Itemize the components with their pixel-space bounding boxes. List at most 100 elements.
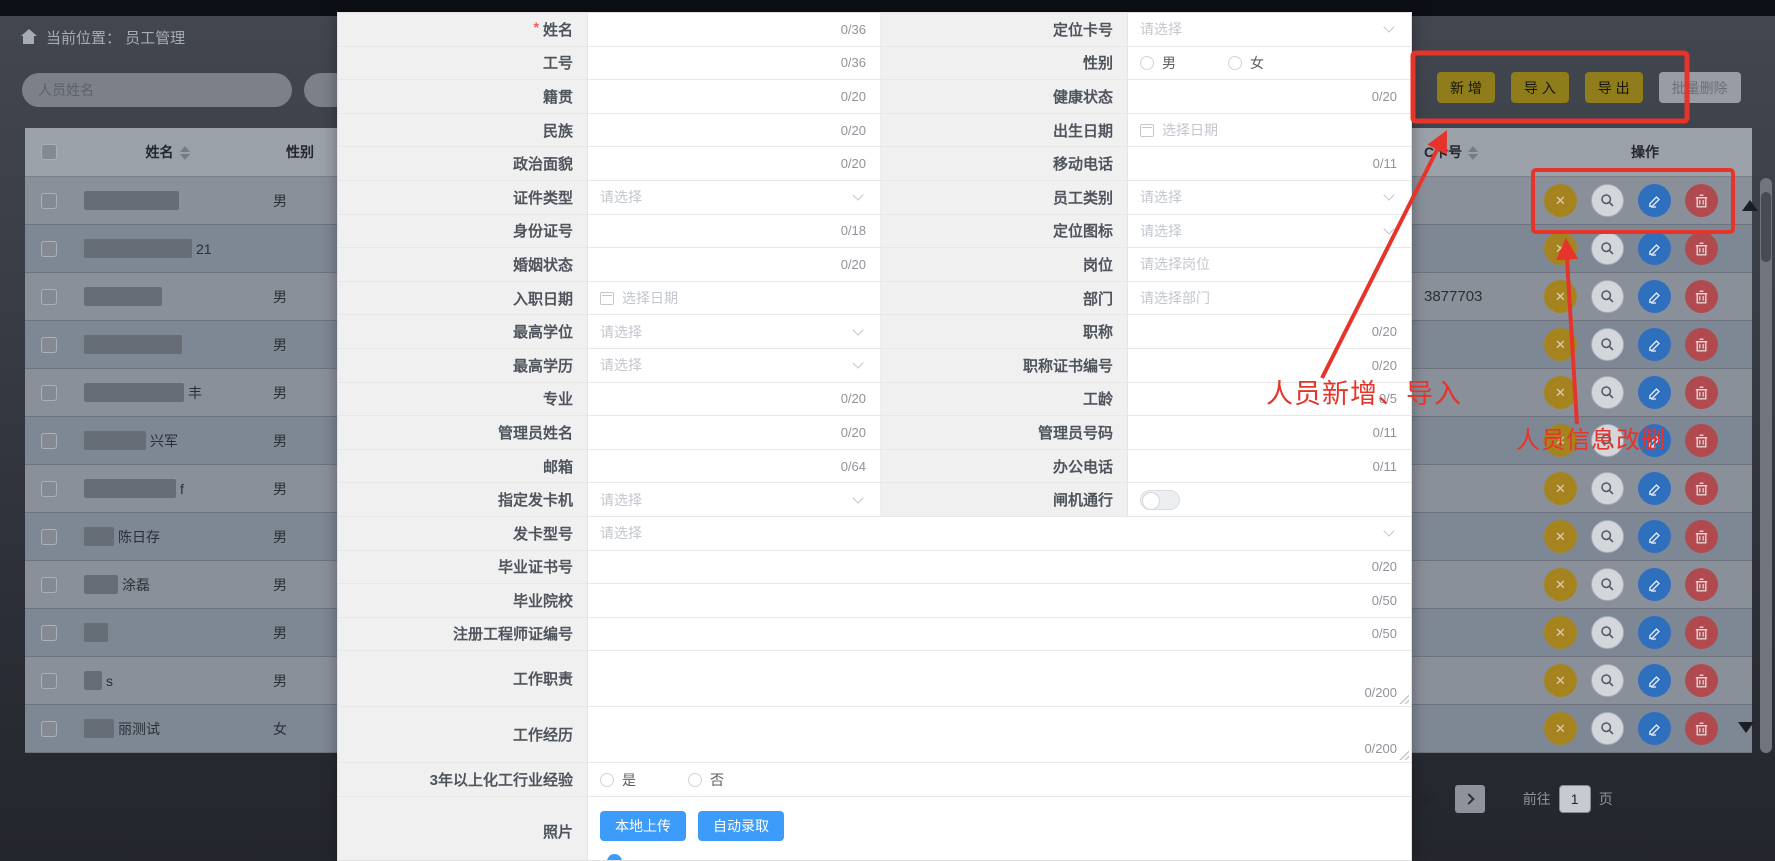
table-row-actions[interactable]: ✕ xyxy=(1410,177,1752,225)
batch-delete-button[interactable]: 批量删除 xyxy=(1659,72,1741,103)
scrollbar[interactable] xyxy=(1760,178,1772,753)
edit-icon[interactable] xyxy=(1638,328,1671,361)
edit-icon[interactable] xyxy=(1638,520,1671,553)
auto-capture-button[interactable]: 自动录取 xyxy=(698,811,784,841)
close-circle-icon[interactable]: ✕ xyxy=(1544,520,1577,553)
table-row[interactable]: 兴军男 xyxy=(25,417,337,465)
delete-icon[interactable] xyxy=(1685,232,1718,265)
scroll-down-icon[interactable] xyxy=(1738,722,1754,733)
import-button[interactable]: 导 入 xyxy=(1511,72,1569,103)
column-header-gender[interactable]: 性别 xyxy=(286,144,314,160)
search-input[interactable] xyxy=(22,73,292,107)
sort-icon[interactable] xyxy=(180,146,190,160)
edit-icon[interactable] xyxy=(1638,712,1671,745)
close-circle-icon[interactable]: ✕ xyxy=(1544,712,1577,745)
resize-handle-icon[interactable] xyxy=(1399,694,1409,704)
delete-icon[interactable] xyxy=(1685,664,1718,697)
search-icon[interactable] xyxy=(1591,376,1624,409)
row-checkbox[interactable] xyxy=(41,289,57,305)
field-input[interactable]: 0/20 xyxy=(1128,80,1411,113)
field-input[interactable]: 选择日期 xyxy=(588,282,881,315)
table-row-actions[interactable]: ✕ xyxy=(1410,465,1752,513)
field-input[interactable]: 0/50 xyxy=(588,584,1411,617)
column-header-card[interactable]: C卡号 xyxy=(1424,144,1462,160)
edit-icon[interactable] xyxy=(1638,280,1671,313)
table-row[interactable]: 男 xyxy=(25,321,337,369)
field-input[interactable]: 0/20 xyxy=(588,416,881,449)
edit-icon[interactable] xyxy=(1638,664,1671,697)
field-input[interactable]: 请选择 xyxy=(588,349,881,382)
field-input[interactable]: 0/36 xyxy=(588,13,881,46)
field-input[interactable]: 0/200 xyxy=(588,707,1411,762)
field-input[interactable]: 请选择 xyxy=(588,483,881,516)
edit-icon[interactable] xyxy=(1638,184,1671,217)
row-checkbox[interactable] xyxy=(41,577,57,593)
close-circle-icon[interactable]: ✕ xyxy=(1544,616,1577,649)
delete-icon[interactable] xyxy=(1685,424,1718,457)
field-input[interactable]: 0/20 xyxy=(588,80,881,113)
table-row[interactable]: 男 xyxy=(25,177,337,225)
search-icon[interactable] xyxy=(1591,616,1624,649)
resize-handle-icon[interactable] xyxy=(1399,750,1409,760)
field-input[interactable]: 请选择 xyxy=(1128,181,1411,214)
row-checkbox[interactable] xyxy=(41,625,57,641)
search-icon[interactable] xyxy=(1591,184,1624,217)
search-icon[interactable] xyxy=(1591,712,1624,745)
close-circle-icon[interactable]: ✕ xyxy=(1544,328,1577,361)
row-checkbox[interactable] xyxy=(41,385,57,401)
table-row-actions[interactable]: 3877703✕ xyxy=(1410,273,1752,321)
table-row-actions[interactable]: ✕ xyxy=(1410,225,1752,273)
table-row[interactable]: 21 xyxy=(25,225,337,273)
field-input[interactable]: 请选择岗位 xyxy=(1128,248,1411,281)
field-input[interactable]: 请选择部门 xyxy=(1128,282,1411,315)
gate-pass-toggle[interactable] xyxy=(1140,490,1180,510)
delete-icon[interactable] xyxy=(1685,568,1718,601)
field-input[interactable]: 请选择 xyxy=(588,315,881,348)
row-checkbox[interactable] xyxy=(41,481,57,497)
delete-icon[interactable] xyxy=(1685,712,1718,745)
search-icon[interactable] xyxy=(1591,664,1624,697)
row-checkbox[interactable] xyxy=(41,529,57,545)
field-input[interactable]: 选择日期 xyxy=(1128,114,1411,147)
field-input[interactable]: 0/36 xyxy=(588,47,881,80)
field-input[interactable]: 请选择 xyxy=(588,181,881,214)
search-icon[interactable] xyxy=(1591,328,1624,361)
edit-icon[interactable] xyxy=(1638,568,1671,601)
close-circle-icon[interactable]: ✕ xyxy=(1544,232,1577,265)
table-row-actions[interactable]: ✕ xyxy=(1410,705,1752,753)
field-input[interactable]: 0/20 xyxy=(588,114,881,147)
page-number[interactable]: 39 xyxy=(1420,791,1437,808)
search-icon[interactable] xyxy=(1591,280,1624,313)
delete-icon[interactable] xyxy=(1685,184,1718,217)
field-input[interactable]: 0/64 xyxy=(588,450,881,483)
select-all-checkbox[interactable] xyxy=(41,144,57,160)
radio-option[interactable]: 否 xyxy=(688,770,724,790)
goto-page-input[interactable]: 1 xyxy=(1559,785,1591,813)
delete-icon[interactable] xyxy=(1685,616,1718,649)
field-input[interactable]: 0/200 xyxy=(588,651,1411,706)
field-input[interactable]: 0/20 xyxy=(588,551,1411,584)
row-checkbox[interactable] xyxy=(41,241,57,257)
close-circle-icon[interactable]: ✕ xyxy=(1544,376,1577,409)
search-icon[interactable] xyxy=(1591,568,1624,601)
delete-icon[interactable] xyxy=(1685,376,1718,409)
table-row[interactable]: 丽测试女 xyxy=(25,705,337,753)
field-input[interactable]: 请选择 xyxy=(588,517,1411,550)
field-input[interactable]: 0/20 xyxy=(1128,315,1411,348)
table-row[interactable]: 涂磊男 xyxy=(25,561,337,609)
radio-option[interactable]: 是 xyxy=(600,770,636,790)
field-input[interactable]: 请选择 xyxy=(1128,13,1411,46)
edit-icon[interactable] xyxy=(1638,472,1671,505)
scrollbar-thumb[interactable] xyxy=(1761,192,1771,262)
export-button[interactable]: 导 出 xyxy=(1585,72,1643,103)
table-row-actions[interactable]: ✕ xyxy=(1410,321,1752,369)
field-input[interactable]: 请选择 xyxy=(1128,215,1411,248)
delete-icon[interactable] xyxy=(1685,328,1718,361)
sort-icon[interactable] xyxy=(1468,146,1478,160)
field-input[interactable]: 0/20 xyxy=(588,147,881,180)
delete-icon[interactable] xyxy=(1685,520,1718,553)
radio-option[interactable]: 男 xyxy=(1140,53,1176,73)
field-input[interactable]: 0/11 xyxy=(1128,416,1411,449)
close-circle-icon[interactable]: ✕ xyxy=(1544,280,1577,313)
row-checkbox[interactable] xyxy=(41,721,57,737)
